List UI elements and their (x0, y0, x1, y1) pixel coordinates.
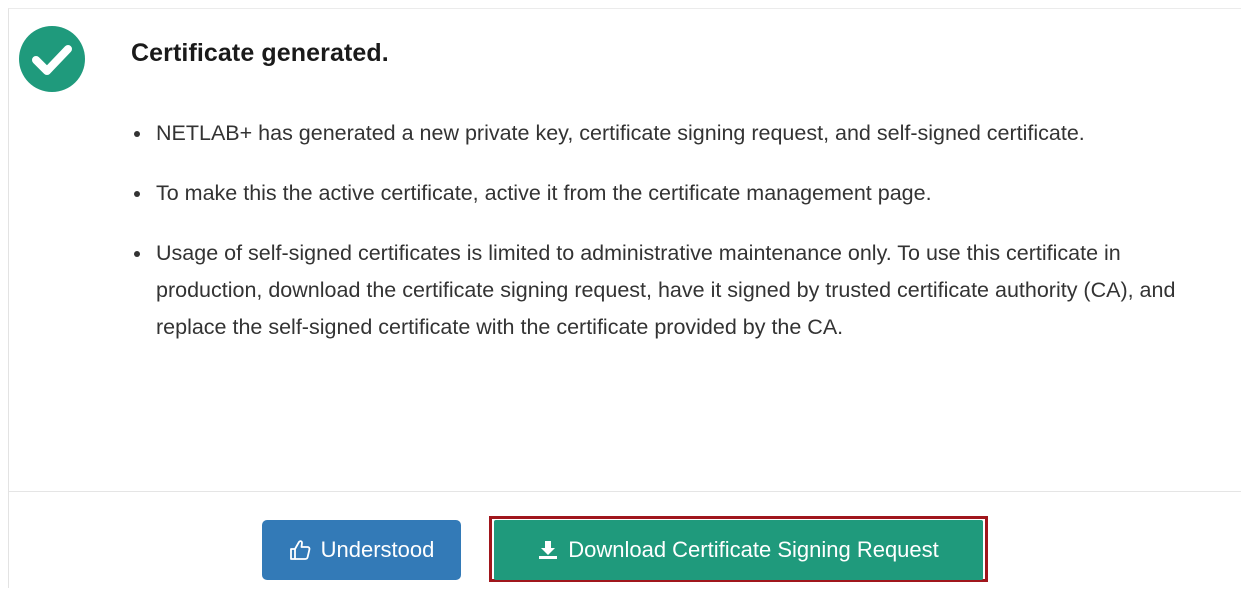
check-circle-icon (19, 26, 85, 92)
download-icon (538, 540, 558, 560)
list-item: To make this the active certificate, act… (129, 175, 1229, 212)
download-highlight: Download Certificate Signing Request (489, 516, 988, 582)
bullet-dot (134, 251, 140, 257)
bullet-text: Usage of self-signed certificates is lim… (156, 241, 1176, 339)
bullet-dot (134, 131, 140, 137)
thumbs-up-icon (289, 539, 311, 561)
download-csr-button[interactable]: Download Certificate Signing Request (494, 520, 983, 580)
download-label: Download Certificate Signing Request (568, 537, 939, 562)
bullet-dot (134, 191, 140, 197)
bullet-text: NETLAB+ has generated a new private key,… (156, 121, 1085, 145)
notice-panel: Certificate generated. NETLAB+ has gener… (9, 9, 1241, 492)
bullet-text: To make this the active certificate, act… (156, 181, 932, 205)
notice-title: Certificate generated. (131, 39, 389, 67)
list-item: NETLAB+ has generated a new private key,… (129, 115, 1229, 152)
understood-label: Understood (320, 537, 435, 562)
notice-bullet-list: NETLAB+ has generated a new private key,… (129, 115, 1229, 369)
notice-dialog: Certificate generated. NETLAB+ has gener… (8, 8, 1241, 588)
understood-button[interactable]: Understood (262, 520, 461, 580)
action-bar: Understood Download Certificate Signing … (9, 492, 1241, 589)
list-item: Usage of self-signed certificates is lim… (129, 235, 1229, 346)
